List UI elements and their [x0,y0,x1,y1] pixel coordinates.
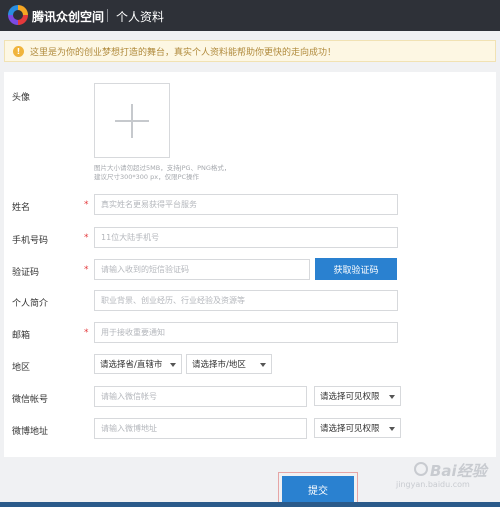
email-label: 邮箱 [12,331,31,341]
wechat-placeholder: 请输入微信帐号 [101,392,157,401]
avatar-upload[interactable] [94,83,170,158]
phone-label: 手机号码 [12,236,49,246]
chevron-down-icon [389,427,395,431]
watermark-text: Bai经验 [430,462,487,480]
bio-label: 个人简介 [12,299,49,309]
wechat-input[interactable]: 请输入微信帐号 [94,386,307,407]
phone-input[interactable]: 11位大陆手机号 [94,227,398,248]
wechat-label: 微信帐号 [12,395,49,405]
logo-icon[interactable] [8,5,28,25]
name-input[interactable]: 真实姓名更易获得平台服务 [94,194,398,215]
province-select[interactable]: 请选择省/直辖市 [94,354,182,374]
bio-placeholder: 职业背景、创业经历、行业经验及资源等 [101,296,245,305]
chevron-down-icon [260,363,266,367]
code-label: 验证码 [12,268,40,278]
avatar-hint-line2: 建议尺寸300*300 px，仅限PC操作 [94,173,200,181]
chevron-down-icon [389,395,395,399]
chevron-down-icon [170,363,176,367]
code-placeholder: 请输入收到的短信验证码 [101,265,189,274]
plus-icon-vertical [131,104,133,138]
avatar-label: 头像 [12,93,31,103]
weibo-visibility-select[interactable]: 请选择可见权限 [314,418,401,438]
get-code-button[interactable]: 获取验证码 [315,258,397,280]
notice-text: 这里是为你的创业梦想打造的舞台，真实个人资料能帮助你更快的走向成功！ [30,47,337,58]
brand-name[interactable]: 腾讯众创空间 [32,8,104,25]
top-bar: 腾讯众创空间 个人资料 [0,0,500,31]
warning-icon: ! [13,45,24,57]
name-label: 姓名 [12,203,31,213]
notice-bar: ! 这里是为你的创业梦想打造的舞台，真实个人资料能帮助你更快的走向成功！ [4,40,496,62]
weibo-visibility-value: 请选择可见权限 [320,424,380,434]
page-title: 个人资料 [116,10,165,24]
watermark-sub: jingyan.baidu.com [396,480,470,489]
wechat-visibility-select[interactable]: 请选择可见权限 [314,386,401,406]
weibo-input[interactable]: 请输入微博地址 [94,418,307,439]
name-placeholder: 真实姓名更易获得平台服务 [101,200,197,209]
region-label: 地区 [12,363,31,373]
code-input[interactable]: 请输入收到的短信验证码 [94,259,310,280]
required-mark: * [84,328,89,338]
city-select[interactable]: 请选择市/地区 [186,354,272,374]
submit-button[interactable]: 提交 [282,476,354,503]
required-mark: * [84,200,89,210]
required-mark: * [84,233,89,243]
weibo-placeholder: 请输入微博地址 [101,424,157,433]
header-divider [107,9,108,22]
weibo-label: 微博地址 [12,427,49,437]
wechat-visibility-value: 请选择可见权限 [320,392,380,402]
watermark: Bai经验 jingyan.baidu.com [396,458,496,498]
email-input[interactable]: 用于接收重要通知 [94,322,398,343]
required-mark: * [84,265,89,275]
taskbar-strip [0,502,500,507]
email-placeholder: 用于接收重要通知 [101,328,165,337]
avatar-hint-line1: 图片大小请勿超过5MB，支持JPG、PNG格式， [94,164,231,172]
baidu-paw-icon [414,462,428,476]
city-value: 请选择市/地区 [192,360,246,370]
avatar-hint: 图片大小请勿超过5MB，支持JPG、PNG格式， 建议尺寸300*300 px，… [94,164,230,182]
bio-input[interactable]: 职业背景、创业经历、行业经验及资源等 [94,290,398,311]
phone-placeholder: 11位大陆手机号 [101,233,160,242]
province-value: 请选择省/直辖市 [100,360,163,370]
